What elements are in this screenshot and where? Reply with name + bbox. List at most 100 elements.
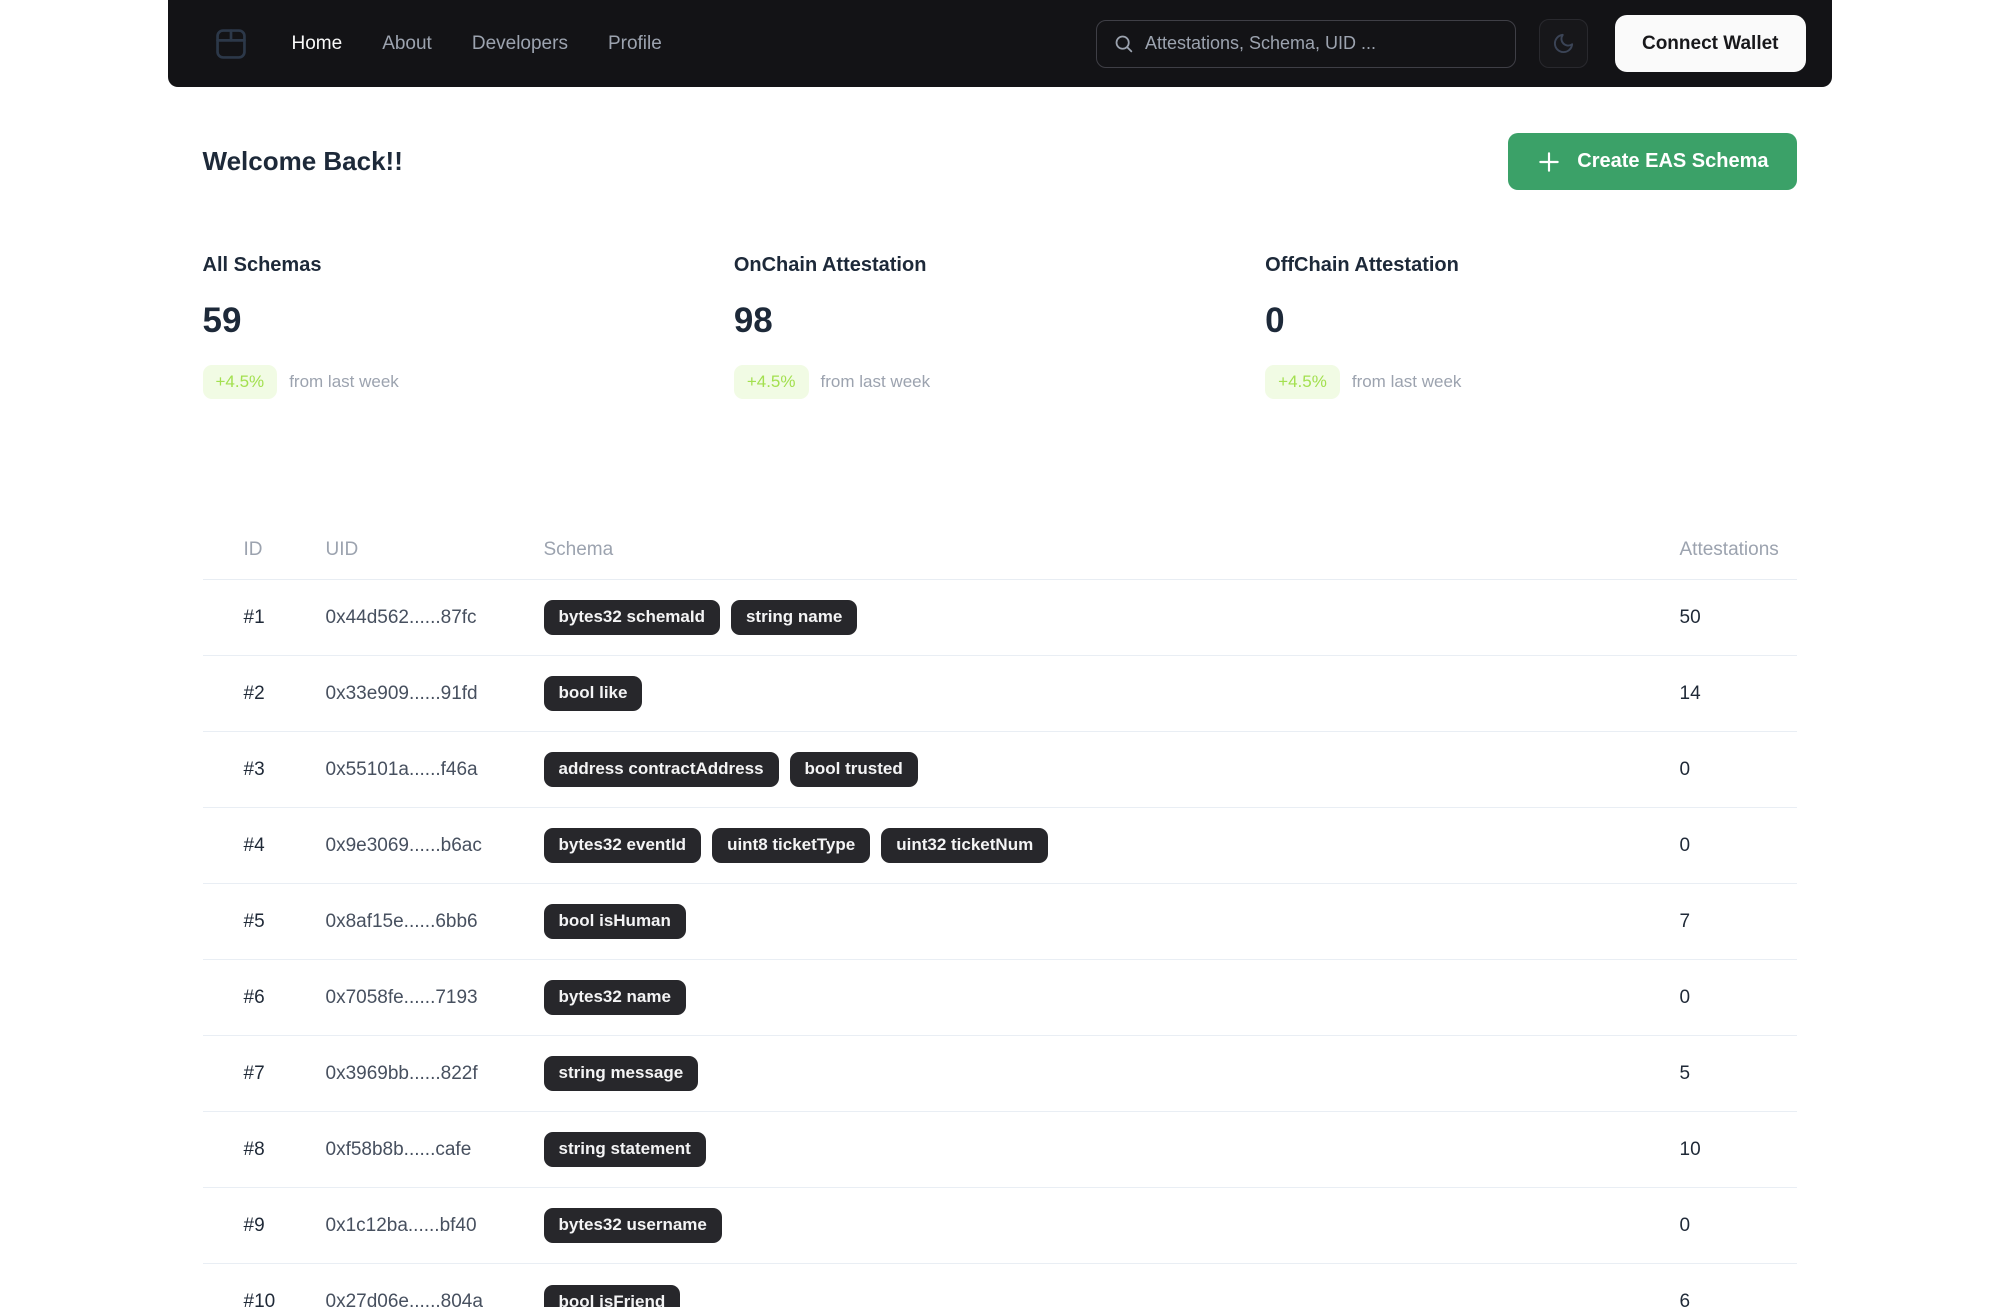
schema-field-badge: bytes32 username [543, 1208, 722, 1243]
row-attestations: 5 [1679, 1062, 1691, 1084]
schema-field-badge: bool trusted [789, 752, 918, 787]
nav-link-developers[interactable]: Developers [472, 33, 568, 55]
row-id: #4 [243, 834, 265, 856]
delta-badge: +4.5% [1265, 365, 1340, 399]
table-row[interactable]: #1 0x44d562......87fc bytes32 schemaId s… [202, 580, 1797, 656]
row-uid: 0x3969bb......822f [325, 1062, 478, 1084]
schema-field-badge: bytes32 schemaId [543, 600, 720, 635]
row-id: #6 [243, 986, 265, 1008]
row-schema: bool isFriend [543, 1284, 1680, 1307]
row-schema: bool like [543, 676, 1680, 711]
stat-delta: +4.5% from last week [1265, 365, 1796, 399]
schema-field-badge: bytes32 name [543, 980, 686, 1015]
main-content: Welcome Back!! Create EAS Schema All Sch… [202, 133, 1797, 1307]
delta-badge: +4.5% [733, 365, 809, 399]
package-icon [212, 25, 250, 63]
nav-link-profile[interactable]: Profile [608, 33, 662, 55]
row-schema: address contractAddress bool trusted [543, 752, 1680, 787]
schema-field-badge: uint32 ticketNum [881, 828, 1049, 863]
table-row[interactable]: #10 0x27d06e......804a bool isFriend 6 [203, 1264, 1797, 1307]
row-id: #8 [243, 1138, 265, 1160]
create-eas-schema-button[interactable]: Create EAS Schema [1508, 133, 1797, 190]
table-row[interactable]: #7 0x3969bb......822f string message 5 [202, 1036, 1797, 1112]
page-head: Welcome Back!! Create EAS Schema [203, 133, 1797, 190]
row-attestations: 10 [1679, 1138, 1701, 1160]
row-id: #5 [243, 910, 265, 932]
row-schema: bytes32 eventId uint8 ticketType uint32 … [543, 828, 1680, 863]
schema-field-badge: string message [543, 1056, 699, 1091]
delta-note: from last week [1351, 372, 1462, 391]
row-schema: bytes32 username [543, 1208, 1680, 1243]
table-row[interactable]: #6 0x7058fe......7193 bytes32 name 0 [202, 960, 1797, 1036]
row-uid: 0x44d562......87fc [325, 606, 477, 628]
stat-value: 59 [202, 301, 242, 340]
connect-wallet-button[interactable]: Connect Wallet [1614, 15, 1806, 72]
column-header-id: ID [243, 539, 263, 560]
schema-field-badge: address contractAddress [543, 752, 779, 787]
stat-delta: +4.5% from last week [202, 365, 734, 399]
schema-field-badge: bool like [543, 676, 643, 711]
row-attestations: 0 [1679, 758, 1691, 780]
page-title: Welcome Back!! [202, 146, 403, 176]
table-row[interactable]: #9 0x1c12ba......bf40 bytes32 username 0 [202, 1188, 1797, 1264]
row-id: #1 [243, 606, 265, 628]
schema-field-badge: bytes32 eventId [543, 828, 702, 863]
nav-links: Home About Developers Profile [292, 33, 662, 55]
schema-field-badge: uint8 ticketType [712, 828, 871, 863]
table-row[interactable]: #3 0x55101a......f46a address contractAd… [202, 732, 1797, 808]
row-uid: 0xf58b8b......cafe [325, 1138, 472, 1160]
table-header: ID UID Schema Attestations [202, 521, 1797, 580]
row-attestations: 14 [1679, 682, 1701, 704]
stat-card-offchain-attestation: OffChain Attestation 0 +4.5% from last w… [1265, 254, 1796, 399]
delta-badge: +4.5% [202, 365, 278, 399]
app-logo[interactable] [212, 25, 250, 63]
stats-row: All Schemas 59 +4.5% from last week OnCh… [202, 254, 1797, 399]
schema-field-badge: bool isFriend [543, 1284, 681, 1307]
stat-label: OffChain Attestation [1265, 254, 1459, 276]
row-uid: 0x33e909......91fd [325, 682, 478, 704]
search-icon [1113, 33, 1134, 54]
row-attestations: 6 [1679, 1291, 1691, 1307]
schema-field-badge: string statement [543, 1132, 706, 1167]
stat-label: OnChain Attestation [733, 254, 927, 276]
stat-card-onchain-attestation: OnChain Attestation 98 +4.5% from last w… [733, 254, 1265, 399]
schemas-table: ID UID Schema Attestations #1 0x44d562..… [202, 521, 1797, 1307]
create-eas-schema-label: Create EAS Schema [1577, 150, 1769, 172]
table-row[interactable]: #4 0x9e3069......b6ac bytes32 eventId ui… [202, 808, 1797, 884]
row-uid: 0x7058fe......7193 [325, 986, 478, 1008]
nav-link-about[interactable]: About [382, 33, 432, 55]
delta-note: from last week [820, 372, 931, 391]
row-id: #2 [243, 682, 265, 704]
plus-icon [1536, 149, 1562, 175]
row-uid: 0x1c12ba......bf40 [325, 1214, 477, 1236]
row-attestations: 7 [1679, 910, 1691, 932]
theme-toggle-button[interactable] [1538, 19, 1588, 68]
row-attestations: 50 [1679, 606, 1701, 628]
row-schema: bytes32 schemaId string name [543, 600, 1680, 635]
row-id: #10 [243, 1291, 276, 1307]
search-input[interactable] [1144, 33, 1499, 54]
delta-note: from last week [289, 372, 399, 391]
table-row[interactable]: #5 0x8af15e......6bb6 bool isHuman 7 [202, 884, 1797, 960]
row-schema: bool isHuman [543, 904, 1680, 939]
stat-value: 98 [733, 301, 773, 340]
column-header-uid: UID [325, 539, 359, 560]
moon-icon [1552, 32, 1575, 55]
table-row[interactable]: #8 0xf58b8b......cafe string statement 1… [202, 1112, 1797, 1188]
row-id: #7 [243, 1062, 265, 1084]
row-id: #9 [243, 1214, 265, 1236]
row-schema: string message [543, 1056, 1680, 1091]
navbar: Home About Developers Profile Connect Wa… [167, 0, 1832, 87]
stat-label: All Schemas [202, 254, 322, 276]
row-attestations: 0 [1679, 1214, 1691, 1236]
row-uid: 0x27d06e......804a [325, 1291, 483, 1307]
stat-card-all-schemas: All Schemas 59 +4.5% from last week [202, 254, 734, 399]
table-row[interactable]: #2 0x33e909......91fd bool like 14 [202, 656, 1797, 732]
row-schema: bytes32 name [543, 980, 1680, 1015]
stat-delta: +4.5% from last week [733, 365, 1265, 399]
column-header-schema: Schema [543, 539, 614, 560]
nav-link-home[interactable]: Home [292, 33, 343, 55]
stat-value: 0 [1265, 301, 1285, 340]
row-uid: 0x55101a......f46a [325, 758, 478, 780]
row-uid: 0x8af15e......6bb6 [325, 910, 478, 932]
